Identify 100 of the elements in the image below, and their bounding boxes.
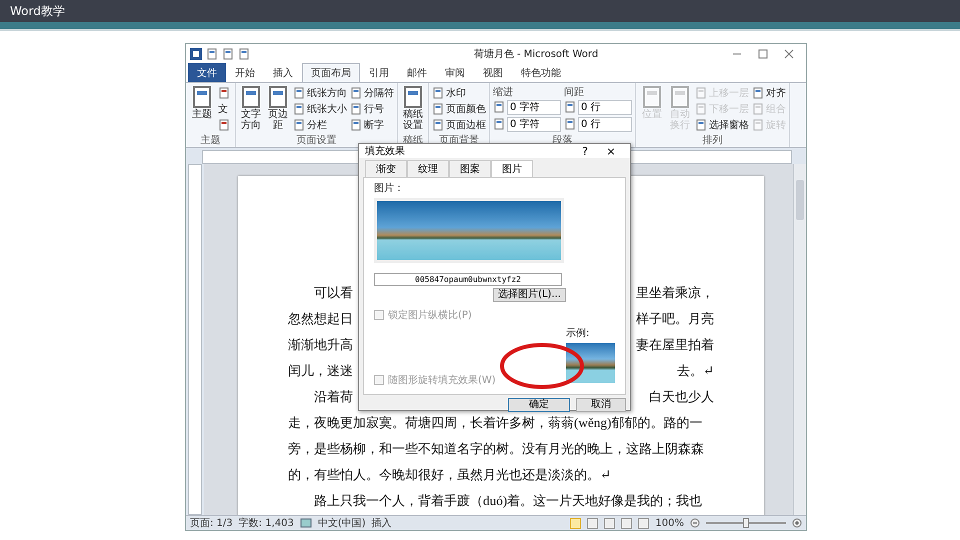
- ribbon-tab[interactable]: 引用: [360, 63, 398, 82]
- dialog-tab[interactable]: 图案: [449, 160, 491, 178]
- document-text: 白天也少人: [649, 388, 714, 406]
- slide-title: Word教学: [10, 2, 65, 20]
- ribbon-button[interactable]: 文字方向: [239, 85, 263, 131]
- view-button[interactable]: [587, 518, 598, 528]
- status-text: 字数: 1,403: [238, 516, 294, 530]
- dialog-tab[interactable]: 渐变: [365, 160, 407, 178]
- document-text: 的，有些怕人。今晚却很好，虽然月光也还是淡淡的。↵: [288, 466, 612, 484]
- document-text: 可以看: [314, 284, 353, 302]
- spin-field[interactable]: 0 字符: [507, 116, 561, 132]
- document-text: 沿着荷: [314, 388, 353, 406]
- group-caption: 间距: [564, 86, 585, 98]
- ribbon-tab[interactable]: 插入: [264, 63, 302, 82]
- document-text: 里坐着乘凉，: [636, 284, 714, 302]
- ribbon-tab[interactable]: 特色功能: [512, 63, 570, 82]
- document-text: 样子吧。月亮: [636, 310, 714, 328]
- ribbon-button[interactable]: 断字: [350, 117, 394, 132]
- spin-field[interactable]: 0 行: [578, 116, 632, 132]
- page-icon: [432, 118, 444, 130]
- sample-label: 示例:: [566, 327, 590, 340]
- ribbon-button[interactable]: 水印: [432, 85, 486, 100]
- ribbon-tab[interactable]: 审阅: [436, 63, 474, 82]
- ribbon-tab[interactable]: 页面布局: [302, 63, 360, 82]
- dialog-button[interactable]: 确定: [508, 398, 570, 412]
- page-icon: [493, 101, 505, 113]
- group-caption: 缩进: [493, 86, 514, 98]
- group-title: 主题: [200, 135, 222, 147]
- page-icon: [293, 118, 305, 130]
- ribbon-button[interactable]: 分栏: [293, 117, 347, 132]
- view-button[interactable]: [604, 518, 616, 528]
- page-icon: [752, 102, 764, 114]
- zoom-in-icon[interactable]: [792, 518, 802, 528]
- ribbon-button[interactable]: 选择窗格: [695, 117, 749, 132]
- group-title: 页面设置: [296, 135, 338, 147]
- document-text: 走，夜晚更加寂寞。荷塘四周，长着许多树，蓊蓊(wěng)郁郁的。路的一: [288, 414, 702, 432]
- page-icon: [266, 85, 290, 109]
- dialog-title: 填充效果: [365, 144, 406, 158]
- group-title: 排列: [702, 135, 724, 147]
- page-icon: [695, 118, 707, 130]
- help-button[interactable]: ?: [572, 144, 598, 158]
- ribbon-button[interactable]: 页面边框: [432, 117, 486, 132]
- window-title: 荷塘月色 - Microsoft Word: [472, 48, 600, 61]
- status-text: 插入: [372, 516, 392, 530]
- ribbon-button[interactable]: 纸张大小: [293, 101, 347, 116]
- page-icon: [350, 86, 362, 98]
- zoom-out-icon[interactable]: [690, 518, 700, 528]
- dialog-tab[interactable]: 图片: [491, 160, 533, 178]
- page-icon: [752, 86, 764, 98]
- page-icon: [206, 48, 218, 60]
- page-icon: [640, 85, 664, 109]
- view-button[interactable]: [638, 518, 650, 528]
- page-icon: [293, 86, 305, 98]
- spin-field[interactable]: 0 行: [578, 100, 632, 114]
- page-icon: [564, 101, 576, 113]
- field-label: 图片：: [374, 182, 405, 195]
- select-picture-button[interactable]: 选择图片(L)...: [493, 288, 566, 302]
- ribbon-button[interactable]: 页边距: [266, 85, 290, 131]
- page-icon: [350, 118, 362, 130]
- dialog-button[interactable]: 取消: [576, 398, 626, 412]
- page-icon: [564, 118, 576, 130]
- ribbon-tab[interactable]: 邮件: [398, 63, 436, 82]
- ribbon-button[interactable]: 稿纸设置: [401, 85, 425, 131]
- zoom-level: 100%: [655, 518, 684, 528]
- ribbon-button[interactable]: 主题: [189, 85, 215, 120]
- close-button[interactable]: ×: [598, 144, 624, 158]
- page-icon: [432, 102, 444, 114]
- page-icon: [350, 102, 362, 114]
- document-text: 路上只我一个人，背着手踱（duó)着。这一片天地好像是我的；我也: [314, 492, 702, 510]
- page-icon: [190, 85, 214, 109]
- page-icon: [239, 85, 263, 109]
- page-icon: [493, 118, 505, 130]
- ribbon-button[interactable]: 纸张方向: [293, 85, 347, 100]
- status-text: 中文(中国): [318, 516, 366, 530]
- zoom-thumb[interactable]: [743, 518, 749, 528]
- ribbon-button[interactable]: 页面颜色: [432, 101, 486, 116]
- spin-field[interactable]: 0 字符: [507, 100, 561, 114]
- ribbon-tab[interactable]: 文件: [188, 63, 226, 82]
- scrollbar[interactable]: [793, 164, 806, 515]
- ribbon-button[interactable]: 对齐: [752, 85, 786, 100]
- page-icon: [293, 102, 305, 114]
- page-icon: [695, 86, 707, 98]
- ribbon-tab[interactable]: 视图: [474, 63, 512, 82]
- ribbon-button[interactable]: 分隔符: [350, 85, 394, 100]
- ribbon-tab[interactable]: 开始: [226, 63, 264, 82]
- page-icon: [238, 48, 250, 60]
- dialog-tab[interactable]: 纹理: [407, 160, 449, 178]
- page-icon: [222, 48, 234, 60]
- sample-preview: [566, 343, 615, 383]
- ribbon-button[interactable]: 文: [218, 101, 232, 116]
- ribbon-button[interactable]: 行号: [350, 101, 394, 116]
- page-icon: [218, 118, 230, 130]
- page-icon: [401, 85, 425, 109]
- view-button[interactable]: [621, 518, 632, 528]
- document-text: 忽然想起日: [288, 310, 353, 328]
- page-icon: [752, 118, 764, 130]
- book-icon[interactable]: [300, 518, 312, 528]
- filename-field: 005847opaum0ubwnxtyfz2: [374, 273, 562, 286]
- status-text: 页面: 1/3: [190, 517, 233, 530]
- page-icon: [695, 102, 707, 114]
